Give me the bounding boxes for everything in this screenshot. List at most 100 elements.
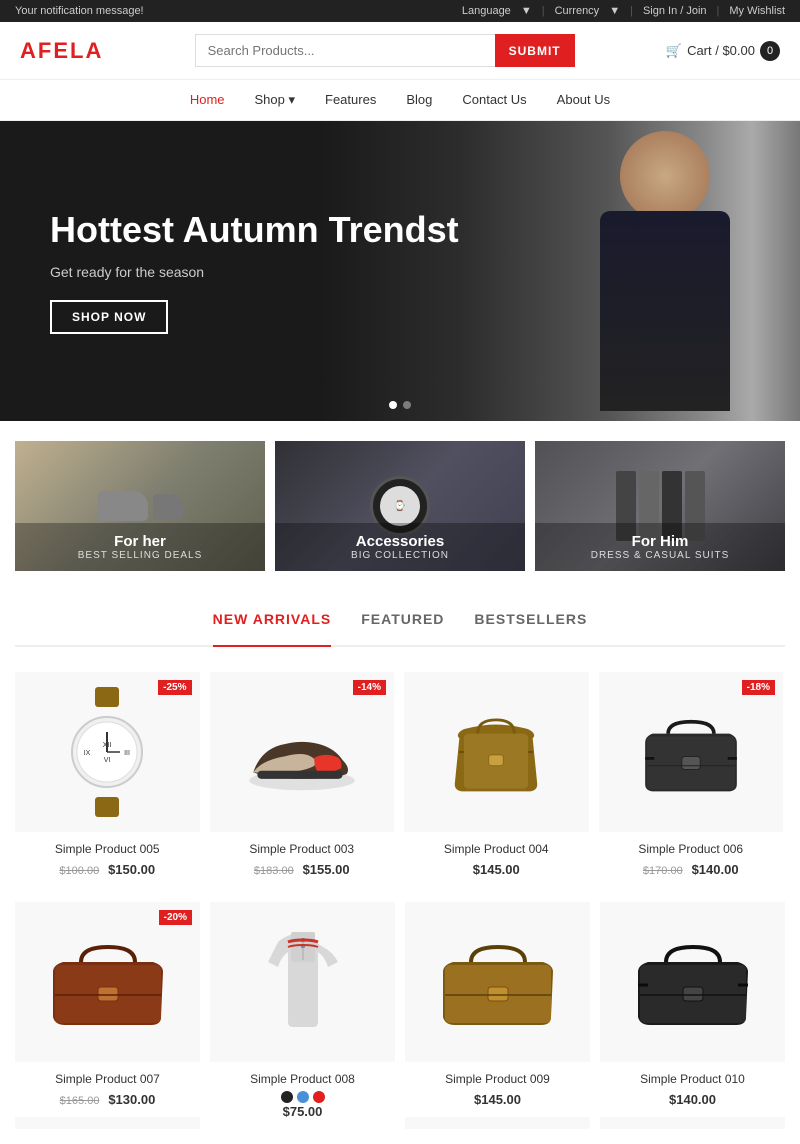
products-grid-row1: -25% XII VI IX III Simple Product 005 $1… bbox=[0, 657, 800, 902]
product-info-3: Simple Product 004 $145.00 bbox=[404, 832, 589, 887]
discount-badge-4: -18% bbox=[742, 680, 775, 695]
product-card-6[interactable]: Simple Product 008 $75.00 bbox=[210, 902, 395, 1129]
product-info-8: Simple Product 010 $140.00 bbox=[600, 1062, 785, 1117]
product-pricing-7: $145.00 bbox=[415, 1091, 580, 1107]
cat-subtitle-her: BEST SELLING DEALS bbox=[25, 550, 255, 561]
cat-subtitle-him: DRESS & CASUAL SUITS bbox=[545, 550, 775, 561]
category-for-her[interactable]: For her BEST SELLING DEALS bbox=[15, 441, 265, 571]
black-bag-svg bbox=[636, 697, 746, 807]
hero-headline: Hottest Autumn Trendst bbox=[50, 208, 459, 251]
product-image-7 bbox=[405, 902, 590, 1062]
discount-badge-5: -20% bbox=[159, 910, 192, 925]
svg-text:III: III bbox=[124, 750, 130, 757]
wishlist-link[interactable]: My Wishlist bbox=[729, 5, 785, 17]
swatch-black[interactable] bbox=[281, 1091, 293, 1103]
main-nav: Home Shop ▾ Features Blog Contact Us Abo… bbox=[0, 80, 800, 121]
product-card-7[interactable]: Simple Product 009 $145.00 bbox=[405, 902, 590, 1129]
product-card-4[interactable]: -18% Simple Product 006 $170.00 $140.00 bbox=[599, 672, 784, 887]
product-price-5: $130.00 bbox=[108, 1092, 155, 1107]
logo-accent: A bbox=[20, 38, 38, 63]
product-price-2: $155.00 bbox=[303, 862, 350, 877]
nav-blog[interactable]: Blog bbox=[406, 92, 432, 108]
polo-svg bbox=[243, 922, 363, 1042]
product-pricing-5: $165.00 $130.00 bbox=[25, 1091, 190, 1107]
product-price-4: $140.00 bbox=[692, 862, 739, 877]
cart-label: Cart / $0.00 bbox=[687, 43, 755, 58]
product-name-2: Simple Product 003 bbox=[220, 842, 385, 856]
products-grid-row2: -20% Simple Product 007 $165.00 $130.00 bbox=[0, 902, 800, 1144]
cat-overlay-accessories: Accessories BIG COLLECTION bbox=[275, 523, 525, 571]
nav-shop[interactable]: Shop ▾ bbox=[255, 92, 296, 108]
cart-icon: 🛒 bbox=[666, 43, 682, 59]
product-name-5: Simple Product 007 bbox=[25, 1072, 190, 1086]
product-image-8 bbox=[600, 902, 785, 1062]
hero-cta-button[interactable]: SHOP NOW bbox=[50, 300, 168, 334]
hero-dot-1[interactable] bbox=[389, 401, 397, 409]
top-bar: Your notification message! Language ▼ | … bbox=[0, 0, 800, 22]
product-card-5[interactable]: -20% Simple Product 007 $165.00 $130.00 bbox=[15, 902, 200, 1129]
product-pricing-3: $145.00 bbox=[414, 861, 579, 877]
hero-content: Hottest Autumn Trendst Get ready for the… bbox=[0, 168, 509, 373]
product-name-8: Simple Product 010 bbox=[610, 1072, 775, 1086]
product-name-4: Simple Product 006 bbox=[609, 842, 774, 856]
nav-contact[interactable]: Contact Us bbox=[462, 92, 526, 108]
nav-features[interactable]: Features bbox=[325, 92, 376, 108]
hero-subtext: Get ready for the season bbox=[50, 264, 459, 280]
product-old-price-2: $183.00 bbox=[254, 865, 294, 877]
bag-black2-svg bbox=[628, 927, 758, 1037]
product-info-1: Simple Product 005 $100.00 $150.00 bbox=[15, 832, 200, 887]
language-selector[interactable]: Language bbox=[462, 5, 511, 17]
search-input[interactable] bbox=[195, 34, 495, 67]
notification-text: Your notification message! bbox=[15, 5, 144, 17]
category-for-him[interactable]: For Him DRESS & CASUAL SUITS bbox=[535, 441, 785, 571]
product-card-2[interactable]: -14% Simple Product 003 $183.00 $155.00 bbox=[210, 672, 395, 887]
discount-badge-2: -14% bbox=[353, 680, 386, 695]
product-name-1: Simple Product 005 bbox=[25, 842, 190, 856]
bag-brown2-svg bbox=[433, 927, 563, 1037]
product-pricing-1: $100.00 $150.00 bbox=[25, 861, 190, 877]
nav-home[interactable]: Home bbox=[190, 92, 225, 108]
product-price-7: $145.00 bbox=[474, 1092, 521, 1107]
product-info-7: Simple Product 009 $145.00 bbox=[405, 1062, 590, 1117]
hero-dots bbox=[389, 401, 411, 409]
hero-dot-2[interactable] bbox=[403, 401, 411, 409]
product-old-price-1: $100.00 bbox=[59, 865, 99, 877]
cat-title-him: For Him bbox=[545, 533, 775, 550]
swatch-red[interactable] bbox=[313, 1091, 325, 1103]
signin-link[interactable]: Sign In / Join bbox=[643, 5, 707, 17]
logo[interactable]: AFELA bbox=[20, 38, 103, 64]
product-price-3: $145.00 bbox=[473, 862, 520, 877]
product-card-3[interactable]: Simple Product 004 $145.00 bbox=[404, 672, 589, 887]
cart-badge: 0 bbox=[760, 41, 780, 61]
cat-subtitle-accessories: BIG COLLECTION bbox=[285, 550, 515, 561]
search-button[interactable]: SUBMIT bbox=[495, 34, 575, 67]
nav-about[interactable]: About Us bbox=[557, 92, 610, 108]
product-pricing-8: $140.00 bbox=[610, 1091, 775, 1107]
tab-featured[interactable]: FEATURED bbox=[361, 611, 444, 635]
cat-title-accessories: Accessories bbox=[285, 533, 515, 550]
tab-bestsellers[interactable]: BESTSELLERS bbox=[474, 611, 587, 635]
currency-selector[interactable]: Currency bbox=[555, 5, 600, 17]
category-section: For her BEST SELLING DEALS ⌚ Accessories… bbox=[0, 421, 800, 591]
cat-overlay-him: For Him DRESS & CASUAL SUITS bbox=[535, 523, 785, 571]
product-image-5 bbox=[15, 902, 200, 1062]
swatch-blue[interactable] bbox=[297, 1091, 309, 1103]
product-name-6: Simple Product 008 bbox=[220, 1072, 385, 1086]
product-card-1[interactable]: -25% XII VI IX III Simple Product 005 $1… bbox=[15, 672, 200, 887]
product-pricing-6: $75.00 bbox=[220, 1103, 385, 1119]
category-accessories[interactable]: ⌚ Accessories BIG COLLECTION bbox=[275, 441, 525, 571]
product-image-2 bbox=[210, 672, 395, 832]
product-tabs-section: NEW ARRIVALS FEATURED BESTSELLERS bbox=[0, 591, 800, 657]
product-old-price-4: $170.00 bbox=[643, 865, 683, 877]
product-info-4: Simple Product 006 $170.00 $140.00 bbox=[599, 832, 784, 887]
tab-new-arrivals[interactable]: NEW ARRIVALS bbox=[213, 611, 332, 647]
product-card-8[interactable]: Simple Product 010 $140.00 bbox=[600, 902, 785, 1129]
product-image-6 bbox=[210, 902, 395, 1062]
product-info-5: Simple Product 007 $165.00 $130.00 bbox=[15, 1062, 200, 1117]
product-image-1: XII VI IX III bbox=[15, 672, 200, 832]
product-name-7: Simple Product 009 bbox=[415, 1072, 580, 1086]
svg-text:IX: IX bbox=[84, 750, 91, 757]
leather-bag-svg bbox=[43, 927, 173, 1037]
cart-area[interactable]: 🛒 Cart / $0.00 0 bbox=[666, 41, 780, 61]
search-bar: SUBMIT bbox=[195, 34, 575, 67]
